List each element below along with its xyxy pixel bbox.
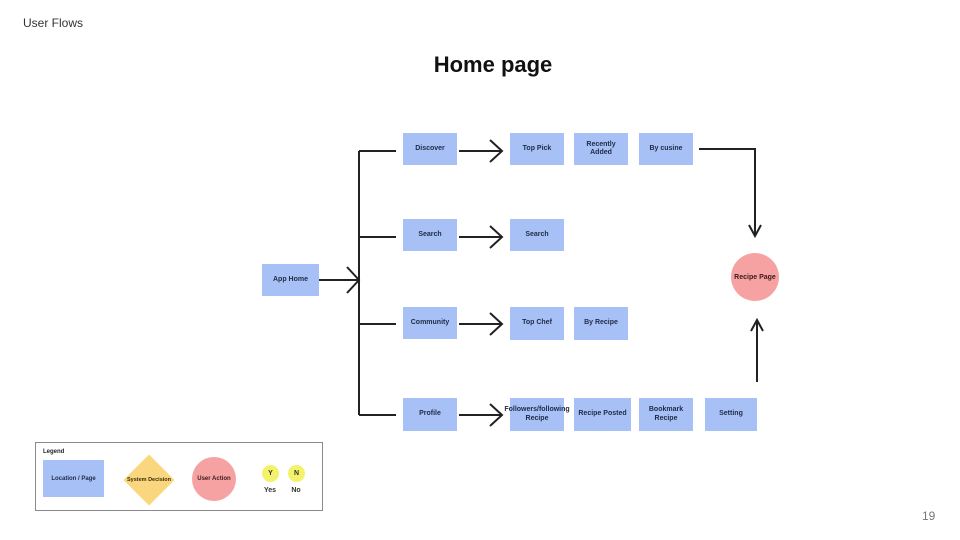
legend-no-symbol: N [288, 465, 305, 482]
node-followers-following-recipe: Followers/following Recipe [504, 398, 570, 431]
page-number: 19 [922, 509, 936, 523]
node-by-cusine: By cusine [639, 133, 693, 165]
node-discover: Discover [403, 133, 457, 165]
node-recently-added: Recently Added [574, 133, 628, 165]
connector-bycusine-recipe [699, 148, 756, 235]
node-community: Community [403, 307, 457, 339]
legend-yes-label: Yes [263, 487, 277, 494]
legend: Legend Location / Page System Decision U… [35, 442, 323, 511]
node-app-home: App Home [262, 264, 319, 296]
node-profile: Profile [403, 398, 457, 431]
node-by-recipe: By Recipe [574, 307, 628, 340]
node-top-pick: Top Pick [510, 133, 564, 165]
node-bookmark-recipe: Bookmark Recipe [639, 398, 693, 431]
legend-title: Legend [43, 449, 65, 455]
node-recipe-page: Recipe Page [731, 253, 779, 301]
node-search-item: Search [510, 219, 564, 251]
legend-location-page: Location / Page [43, 460, 104, 497]
node-search: Search [403, 219, 457, 251]
legend-no-label: No [291, 487, 301, 494]
node-recipe-posted: Recipe Posted [574, 398, 631, 431]
legend-system-decision: System Decision [123, 454, 175, 506]
node-top-chef: Top Chef [510, 307, 564, 340]
legend-user-action: User Action [192, 457, 236, 501]
legend-system-decision-label: System Decision [126, 477, 172, 483]
legend-yes-symbol: Y [262, 465, 279, 482]
node-setting: Setting [705, 398, 757, 431]
